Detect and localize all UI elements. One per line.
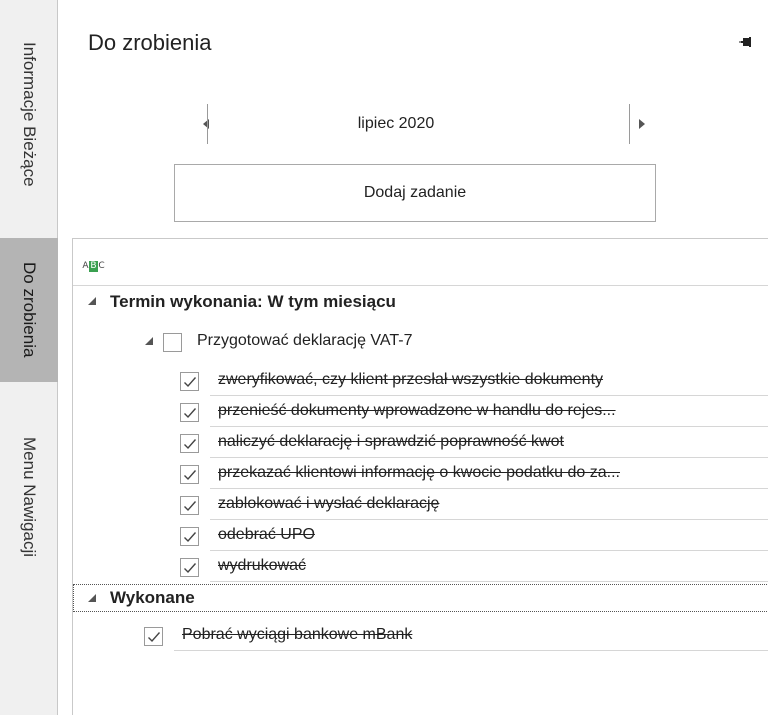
checkmark-icon [184, 501, 197, 512]
subtask-cell: przenieść dokumenty wprowadzone w handlu… [210, 397, 768, 427]
subtask-row[interactable]: przenieść dokumenty wprowadzone w handlu… [73, 397, 768, 427]
subtask-row[interactable]: zweryfikować, czy klient przesłał wszyst… [73, 366, 768, 396]
abc-sort-icon[interactable]: ABC [82, 259, 105, 273]
subtask-cell: zweryfikować, czy klient przesłał wszyst… [210, 366, 768, 396]
subtask-checkbox[interactable] [180, 558, 199, 577]
subtask-label: przenieść dokumenty wprowadzone w handlu… [218, 402, 616, 419]
task-label: Przygotować deklarację VAT-7 [197, 332, 413, 349]
collapse-arrow-icon[interactable] [86, 295, 98, 307]
subtask-checkbox[interactable] [180, 496, 199, 515]
checkmark-icon [184, 532, 197, 543]
subtask-row[interactable]: zablokować i wysłać deklarację [73, 490, 768, 520]
collapse-arrow-icon[interactable] [86, 592, 98, 604]
subtask-label: odebrać UPO [218, 526, 315, 543]
side-tab-informacje-biezace[interactable]: Informacje Bieżące [0, 0, 58, 228]
nav-divider [629, 104, 630, 144]
subtask-label: wydrukować [218, 557, 307, 574]
prev-month-button[interactable] [202, 113, 216, 135]
group-row[interactable]: Termin wykonania: W tym miesiącu [73, 287, 768, 317]
grid-header: ABC [73, 239, 768, 286]
subtask-checkbox[interactable] [180, 403, 199, 422]
panel-title: Do zrobienia [88, 30, 212, 55]
subtask-cell: odebrać UPO [210, 521, 768, 551]
triangle-right-icon [639, 119, 645, 129]
subtask-row[interactable]: wydrukować [73, 552, 768, 582]
subtask-cell: naliczyć deklarację i sprawdzić poprawno… [210, 428, 768, 458]
subtask-checkbox[interactable] [180, 434, 199, 453]
side-tab-label: Do zrobienia [20, 262, 39, 358]
subtask-label: naliczyć deklarację i sprawdzić poprawno… [218, 433, 564, 450]
task-label: Pobrać wyciągi bankowe mBank [182, 626, 413, 643]
side-tab-label: Informacje Bieżące [20, 41, 39, 187]
side-tab-menu-nawigacji[interactable]: Menu Nawigacji [0, 392, 58, 602]
side-tab-strip: Informacje Bieżące Do zrobienia Menu Naw… [0, 0, 58, 715]
nav-divider [207, 104, 208, 144]
subtask-checkbox[interactable] [180, 372, 199, 391]
subtask-label: zablokować i wysłać deklarację [218, 495, 440, 512]
subtask-cell: przekazać klientowi informację o kwocie … [210, 459, 768, 489]
side-tab-do-zrobienia[interactable]: Do zrobienia [0, 238, 58, 382]
subtask-row[interactable]: odebrać UPO [73, 521, 768, 551]
group-label: Wykonane [110, 588, 195, 607]
subtask-row[interactable]: naliczyć deklarację i sprawdzić poprawno… [73, 428, 768, 458]
task-row[interactable]: Przygotować deklarację VAT-7 [73, 327, 768, 357]
next-month-button[interactable] [638, 113, 652, 135]
subtask-checkbox[interactable] [180, 527, 199, 546]
checkmark-icon [184, 408, 197, 419]
todo-panel: Do zrobienia lipiec 2020 Dodaj zadanie A… [66, 0, 768, 715]
task-row[interactable]: Pobrać wyciągi bankowe mBank [73, 621, 768, 651]
checkmark-icon [184, 377, 197, 388]
pin-icon[interactable] [738, 34, 754, 50]
task-checkbox[interactable] [163, 333, 182, 352]
group-row[interactable]: Wykonane [73, 584, 768, 612]
side-tab-label: Menu Nawigacji [20, 437, 39, 557]
subtask-checkbox[interactable] [180, 465, 199, 484]
current-month-label: lipiec 2020 [357, 115, 435, 132]
add-task-button[interactable]: Dodaj zadanie [174, 164, 656, 222]
subtask-cell: zablokować i wysłać deklarację [210, 490, 768, 520]
collapse-arrow-icon[interactable] [143, 335, 155, 347]
subtask-label: przekazać klientowi informację o kwocie … [218, 464, 620, 481]
subtask-row[interactable]: przekazać klientowi informację o kwocie … [73, 459, 768, 489]
checkmark-icon [184, 439, 197, 450]
task-tree-grid: ABC Termin wykonania: W tym miesiącu Prz… [72, 238, 768, 715]
group-label: Termin wykonania: W tym miesiącu [110, 292, 396, 311]
task-cell: Pobrać wyciągi bankowe mBank [174, 621, 768, 651]
subtask-cell: wydrukować [210, 552, 768, 582]
checkmark-icon [184, 563, 197, 574]
task-checkbox[interactable] [144, 627, 163, 646]
subtask-label: zweryfikować, czy klient przesłał wszyst… [218, 371, 604, 388]
checkmark-icon [184, 470, 197, 481]
triangle-left-icon [203, 119, 209, 129]
checkmark-icon [148, 632, 161, 643]
